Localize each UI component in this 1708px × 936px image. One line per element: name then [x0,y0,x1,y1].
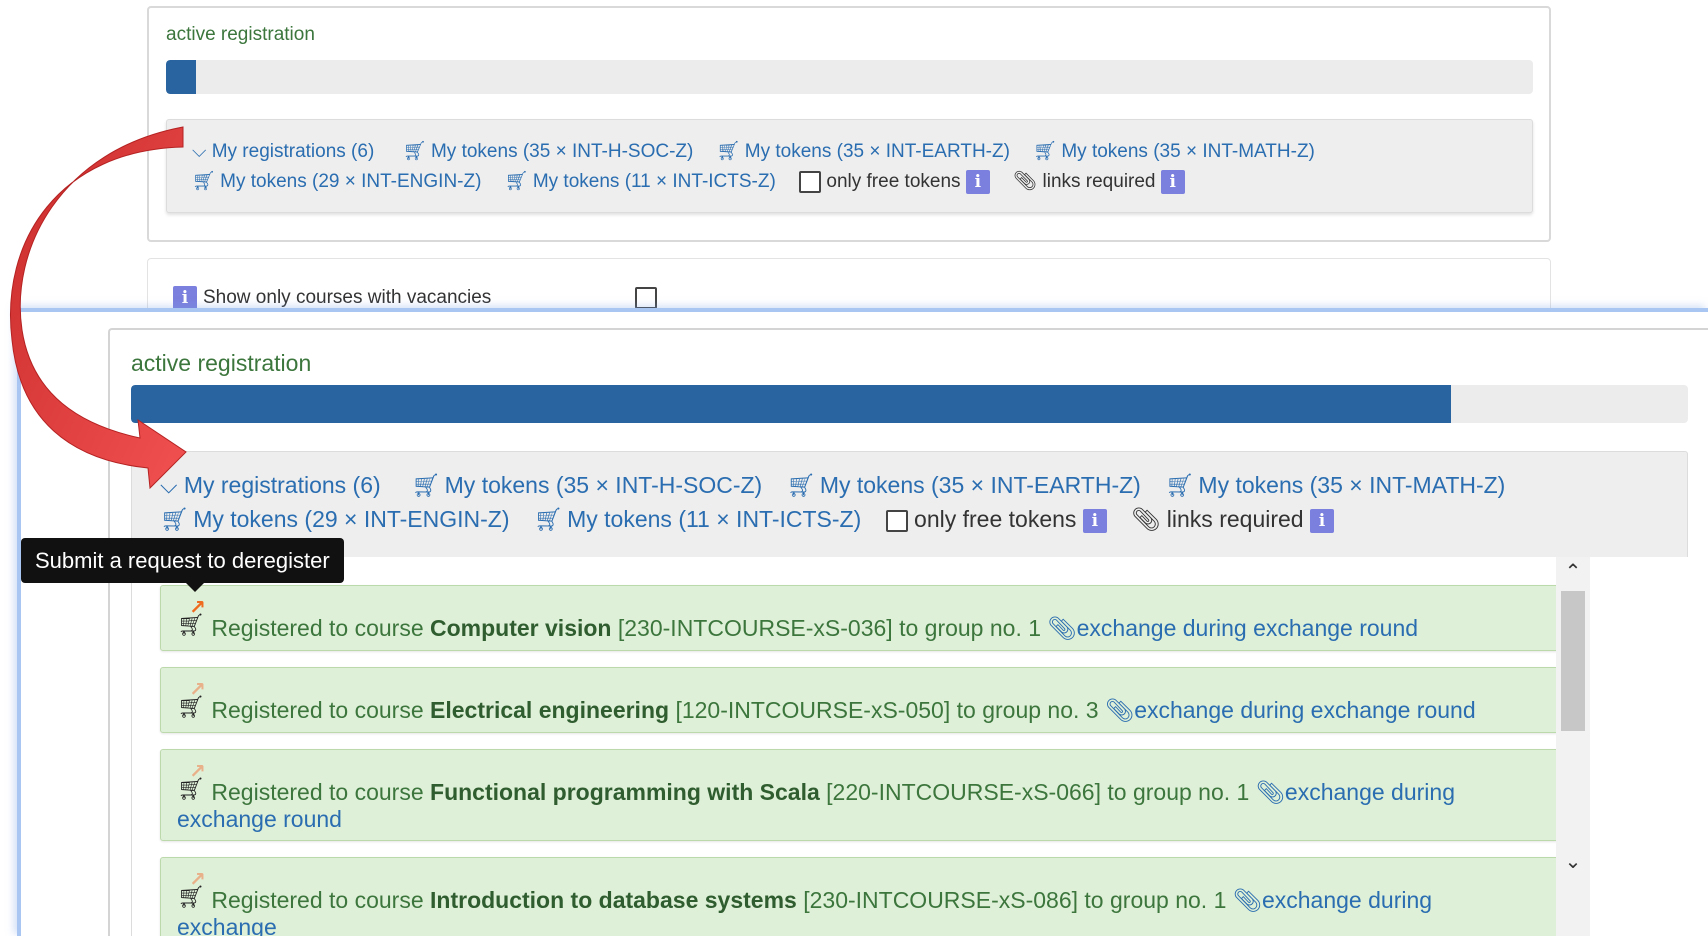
token-link-icts[interactable]: 🛒︎ My tokens (11 × INT-ICTS-Z) [505,171,776,192]
shopping-cart-icon: 🛒︎ [192,171,217,192]
vacancies-label: Show only courses with vacancies [203,287,492,308]
tokens-bar: ⌵ My registrations (6) 🛒︎ My tokens (35 ×… [166,119,1533,213]
chevron-down-icon: ⌵ [160,472,178,498]
exchange-link[interactable]: exchange during exchange round [1134,697,1475,723]
shopping-cart-icon: 🛒︎ [402,141,427,162]
paperclip-icon: 📎︎ [1232,887,1262,913]
my-registrations-toggle[interactable]: ⌵ My registrations (6) [160,472,387,498]
registration-item: ↗ 🛒︎ Registered to course Computer vision… [160,585,1559,651]
shopping-cart-icon: 🛒︎ [533,506,564,532]
deregister-tooltip: Submit a request to deregister [21,538,344,583]
exchange-link[interactable]: exchange during exchange round [1077,615,1418,641]
deregister-cart-icon[interactable]: ↗ 🛒︎ [177,598,206,640]
vacancies-filter-row: i Show only courses with vacancies [173,286,657,310]
only-free-tokens-checkbox[interactable] [885,509,908,532]
shopping-cart-icon: 🛒︎ [716,141,741,162]
scroll-down-icon[interactable]: ⌄ [1556,847,1590,877]
paperclip-icon: 📎︎ [1047,615,1077,641]
registration-item: ↗ 🛒︎ Registered to course Introduction to… [160,857,1559,936]
vacancies-checkbox[interactable] [635,287,657,309]
scroll-up-icon[interactable]: ⌃ [1556,557,1590,587]
links-required-label: links required [1042,171,1156,192]
tokens-bar: ⌵ My registrations (6) 🛒︎ My tokens (35 ×… [131,451,1689,936]
token-link-icts[interactable]: 🛒︎ My tokens (11 × INT-ICTS-Z) [534,506,861,532]
chevron-down-icon: ⌵ [192,141,207,162]
registration-item: ↗ 🛒︎ Registered to course Functional prog… [160,749,1559,841]
info-icon[interactable]: i [965,169,990,194]
info-icon[interactable]: i [1160,169,1185,194]
tooltip-arrow [186,583,204,592]
scroll-thumb[interactable] [1561,591,1585,731]
paperclip-icon: 📎︎ [1013,171,1038,192]
registrations-list[interactable]: ↗ 🛒︎ Registered to course Computer vision… [132,557,1689,936]
registration-item: ↗ 🛒︎ Registered to course Electrical engi… [160,667,1559,733]
only-free-tokens-label: only free tokens [914,506,1077,532]
shopping-cart-icon: 🛒︎ [1033,141,1058,162]
deregister-cart-icon[interactable]: ↗ 🛒︎ [177,762,206,804]
info-icon[interactable]: i [173,286,197,310]
only-free-tokens-checkbox[interactable] [799,170,822,193]
shopping-cart-icon: 🛒︎ [504,171,529,192]
active-registration-label: active registration [131,350,312,376]
shopping-cart-icon: 🛒︎ [1165,472,1195,498]
progress-fill [131,385,1452,423]
deregister-cart-icon[interactable]: ↗ 🛒︎ [177,870,206,912]
my-registrations-toggle[interactable]: ⌵ My registrations (6) [192,141,380,162]
token-link-engin[interactable]: 🛒︎ My tokens (29 × INT-ENGIN-Z) [160,506,510,532]
token-link-earth[interactable]: 🛒︎ My tokens (35 × INT-EARTH-Z) [787,472,1141,498]
deregister-cart-icon[interactable]: ↗ 🛒︎ [177,680,206,722]
registration-progress-bar [131,385,1688,423]
shopping-cart-icon: 🛒︎ [786,472,816,498]
paperclip-icon: 📎︎ [1131,506,1161,532]
token-link-earth[interactable]: 🛒︎ My tokens (35 × INT-EARTH-Z) [717,141,1010,162]
progress-fill [166,60,197,94]
registration-panel-zoomed: active registration ⌵ My registrations (… [108,328,1708,936]
token-link-math[interactable]: 🛒︎ My tokens (35 × INT-MATH-Z) [1165,472,1505,498]
only-free-tokens-label: only free tokens [826,171,961,192]
token-link-engin[interactable]: 🛒︎ My tokens (29 × INT-ENGIN-Z) [192,171,481,192]
info-icon[interactable]: i [1309,508,1334,533]
active-registration-label: active registration [166,24,315,45]
token-link-h-soc[interactable]: 🛒︎ My tokens (35 × INT-H-SOC-Z) [411,472,762,498]
registration-progress-bar [166,60,1533,94]
paperclip-icon: 📎︎ [1255,779,1285,805]
tokens-text: ⌵ My registrations (6) 🛒︎ My tokens (35 ×… [160,468,1660,536]
token-link-math[interactable]: 🛒︎ My tokens (35 × INT-MATH-Z) [1033,141,1315,162]
info-icon[interactable]: i [1082,508,1107,533]
shopping-cart-icon: 🛒︎ [411,472,441,498]
registrations-scrollbar[interactable]: ⌃ ⌄ [1556,557,1590,936]
token-link-h-soc[interactable]: 🛒︎ My tokens (35 × INT-H-SOC-Z) [403,141,693,162]
registration-panel-small: active registration ⌵ My registrations (… [147,6,1551,242]
shopping-cart-icon: 🛒︎ [160,506,190,532]
links-required-label: links required [1166,506,1304,532]
paperclip-icon: 📎︎ [1104,697,1135,723]
